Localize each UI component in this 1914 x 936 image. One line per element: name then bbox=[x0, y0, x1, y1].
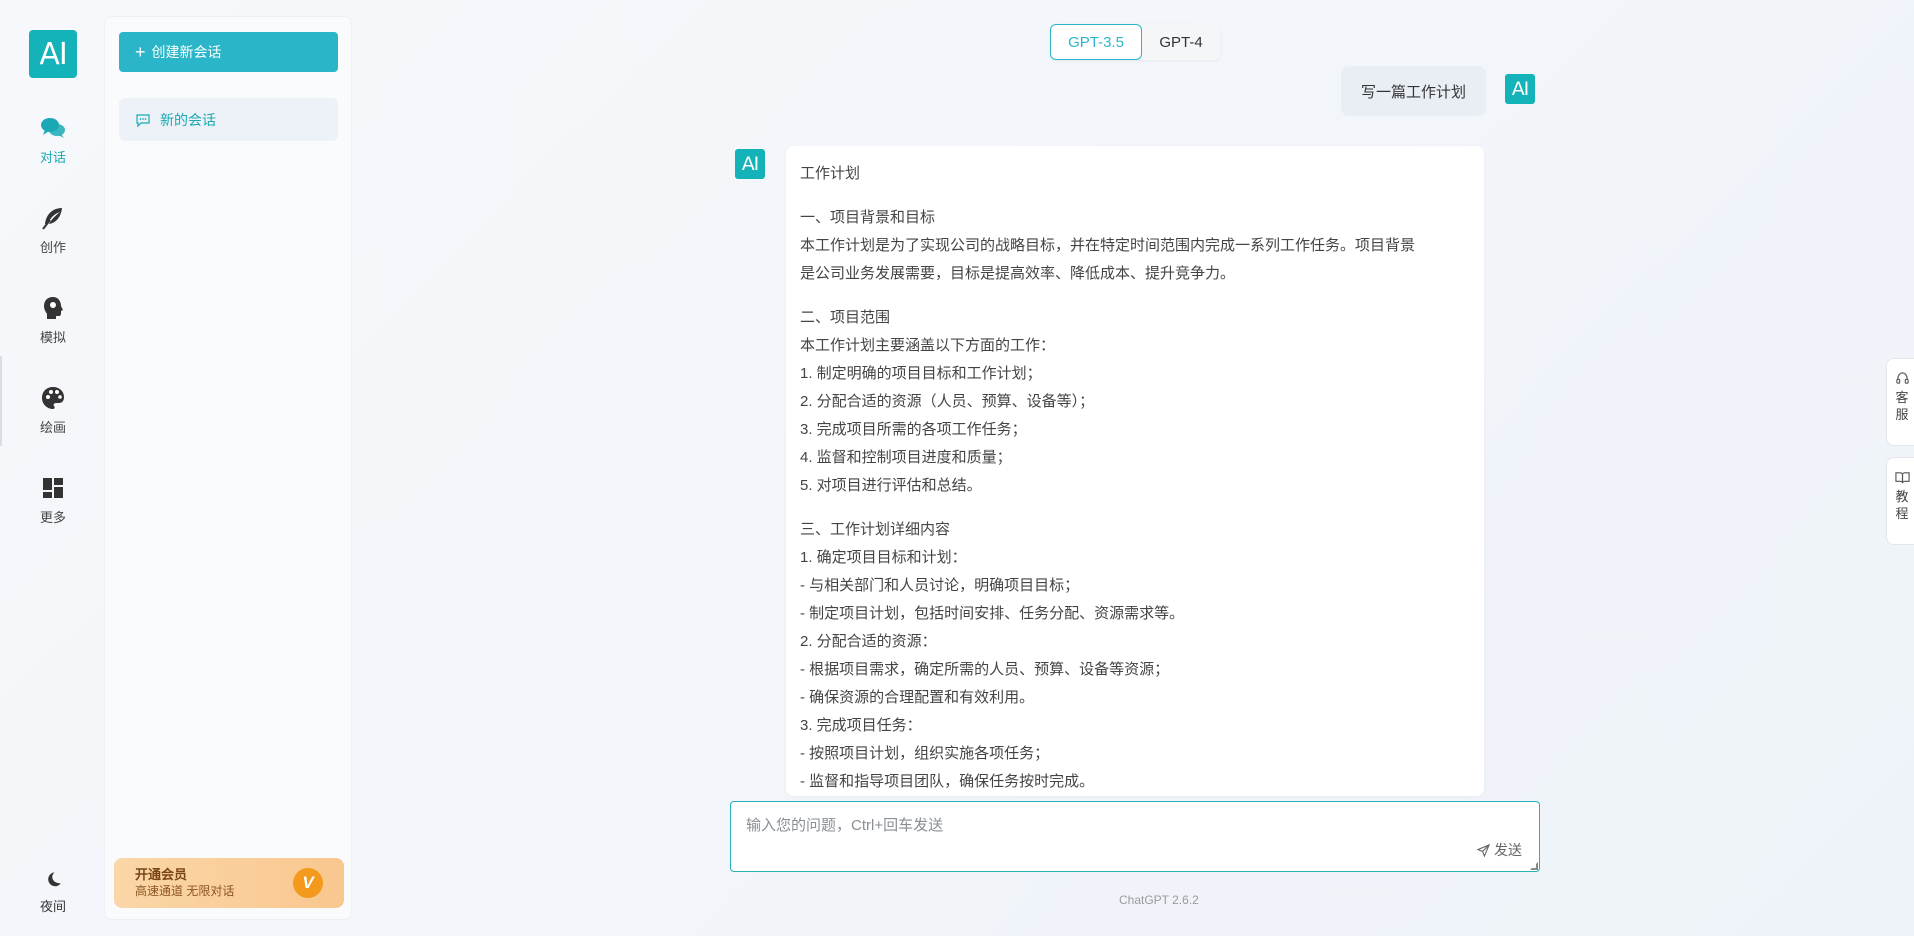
app-logo: AI bbox=[29, 30, 77, 78]
answer-line: 3. 完成项目任务： bbox=[800, 717, 922, 734]
version-label: ChatGPT 2.6.2 bbox=[1119, 893, 1199, 907]
nav-item-label: 创作 bbox=[39, 239, 66, 255]
answer-paragraph: 工作计划 bbox=[800, 160, 1470, 188]
tutorial-label: 教程 bbox=[1895, 489, 1909, 521]
head-profile-icon bbox=[44, 296, 63, 319]
answer-line: - 制定项目计划，包括时间安排、任务分配、资源需求等。 bbox=[800, 605, 1185, 622]
new-chat-button[interactable]: + 创建新会话 bbox=[119, 32, 338, 72]
nav-item-paint[interactable]: 绘画 bbox=[22, 375, 84, 445]
answer-line: - 确保资源的合理配置和有效利用。 bbox=[800, 689, 1035, 706]
answer-line: 2. 分配合适的资源： bbox=[800, 633, 937, 650]
nav-item-create[interactable]: 创作 bbox=[22, 195, 84, 265]
vip-upgrade-card[interactable]: 开通会员 高速通道 无限对话 V bbox=[114, 858, 344, 908]
answer-line: 一、项目背景和目标 bbox=[800, 209, 936, 226]
answer-line: 本工作计划主要涵盖以下方面的工作： bbox=[800, 337, 1056, 354]
palette-icon bbox=[42, 386, 64, 409]
edge-marker bbox=[0, 356, 2, 446]
answer-line: 是公司业务发展需要，目标是提高效率、降低成本、提升竞争力。 bbox=[800, 265, 1236, 282]
nav-item-label: 绘画 bbox=[39, 419, 66, 435]
headset-icon bbox=[1895, 372, 1909, 384]
nav-item-label: 更多 bbox=[39, 509, 66, 525]
tutorial-tab[interactable]: 教程 bbox=[1886, 457, 1914, 545]
answer-line: - 与相关部门和人员讨论，明确项目目标； bbox=[800, 577, 1080, 594]
moon-icon bbox=[48, 871, 61, 886]
feather-icon bbox=[42, 207, 62, 230]
nav-item-simulate[interactable]: 模拟 bbox=[22, 285, 84, 355]
answer-line: 2. 分配合适的资源（人员、预算、设备等）； bbox=[800, 393, 1095, 410]
ai-answer-card: 工作计划一、项目背景和目标本工作计划是为了实现公司的战略目标，并在特定时间范围内… bbox=[786, 146, 1484, 796]
customer-service-label: 客服 bbox=[1895, 390, 1909, 422]
chat-bubbles-icon bbox=[41, 117, 65, 138]
nav-item-chat[interactable]: 对话 bbox=[22, 105, 84, 175]
night-mode-label: 夜间 bbox=[39, 898, 66, 914]
answer-line: 二、项目范围 bbox=[800, 309, 891, 326]
answer-line: 3. 完成项目所需的各项工作任务； bbox=[800, 421, 1027, 438]
nav-item-label: 对话 bbox=[39, 149, 66, 165]
answer-line: 5. 对项目进行评估和总结。 bbox=[800, 477, 982, 494]
answer-line: 三、工作计划详细内容 bbox=[800, 521, 951, 538]
nav-item-label: 模拟 bbox=[39, 329, 66, 345]
answer-line: 工作计划 bbox=[800, 165, 861, 182]
user-message-bubble: 写一篇工作计划 bbox=[1341, 66, 1486, 116]
new-chat-label: 创建新会话 bbox=[151, 44, 222, 60]
plus-icon: + bbox=[135, 42, 146, 62]
answer-paragraph: 三、工作计划详细内容 1. 确定项目目标和计划： - 与相关部门和人员讨论，明确项目… bbox=[800, 516, 1470, 796]
message-input[interactable] bbox=[731, 802, 1539, 871]
answer-line: 1. 制定明确的项目目标和工作计划； bbox=[800, 365, 1042, 382]
nav-rail: AI 对话 创作 模拟 绘画 更多 夜间 bbox=[0, 0, 104, 936]
answer-line: 本工作计划是为了实现公司的战略目标，并在特定时间范围内完成一系列工作任务。项目背… bbox=[800, 237, 1416, 254]
answer-line: 4. 监督和控制项目进度和质量； bbox=[800, 449, 1012, 466]
answer-line: - 根据项目需求，确定所需的人员、预算、设备等资源； bbox=[800, 661, 1170, 678]
model-option-gpt35[interactable]: GPT-3.5 bbox=[1050, 24, 1142, 60]
message-input-box: 发送 bbox=[730, 801, 1540, 872]
send-button[interactable]: 发送 bbox=[1477, 840, 1522, 860]
vip-badge-icon: V bbox=[293, 868, 323, 898]
session-item[interactable]: 新的会话 bbox=[119, 98, 338, 141]
answer-paragraph: 二、项目范围本工作计划主要涵盖以下方面的工作： 1. 制定明确的项目目标和工作计划… bbox=[800, 304, 1470, 500]
app-root: AI 对话 创作 模拟 绘画 更多 夜间 + 创建新会话 新的会话 开通会员 高… bbox=[0, 0, 1914, 936]
book-icon bbox=[1894, 472, 1910, 484]
user-avatar: AI bbox=[1505, 74, 1535, 104]
customer-service-tab[interactable]: 客服 bbox=[1886, 358, 1914, 446]
send-icon bbox=[1477, 843, 1490, 857]
session-label: 新的会话 bbox=[160, 111, 216, 128]
night-mode-toggle[interactable]: 夜间 bbox=[22, 860, 84, 924]
grid-icon bbox=[43, 477, 63, 498]
model-option-gpt4[interactable]: GPT-4 bbox=[1142, 24, 1220, 60]
model-switch: GPT-3.5 GPT-4 bbox=[1050, 24, 1220, 60]
answer-line: - 监督和指导项目团队，确保任务按时完成。 bbox=[800, 773, 1095, 790]
message-icon bbox=[136, 113, 150, 127]
send-label: 发送 bbox=[1494, 842, 1522, 858]
ai-avatar: AI bbox=[735, 149, 765, 179]
nav-item-more[interactable]: 更多 bbox=[22, 465, 84, 535]
answer-line: 1. 确定项目目标和计划： bbox=[800, 549, 967, 566]
answer-paragraph: 一、项目背景和目标本工作计划是为了实现公司的战略目标，并在特定时间范围内完成一系… bbox=[800, 204, 1470, 288]
session-sidebar: + 创建新会话 新的会话 开通会员 高速通道 无限对话 V bbox=[104, 16, 352, 920]
answer-line: - 按照项目计划，组织实施各项任务； bbox=[800, 745, 1050, 762]
